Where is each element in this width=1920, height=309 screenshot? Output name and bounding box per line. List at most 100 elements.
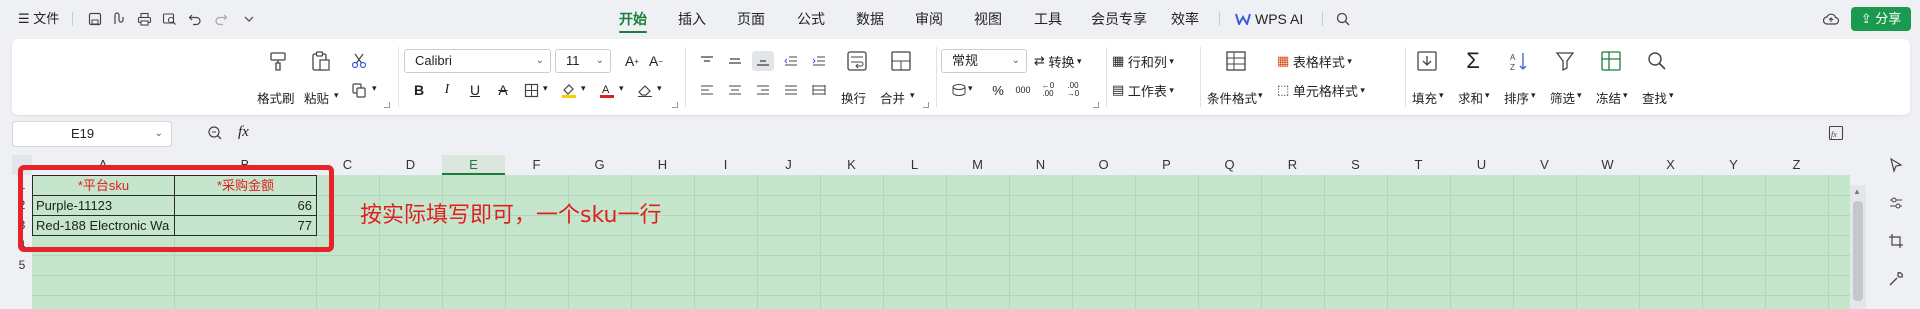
clear-format-icon[interactable] xyxy=(634,80,656,100)
file-menu[interactable]: ☰ 文件 xyxy=(18,0,59,38)
wrap-text-button[interactable] xyxy=(845,49,869,73)
decrease-font-icon[interactable]: A − xyxy=(645,51,667,71)
align-top-icon[interactable] xyxy=(696,51,718,71)
fx-button[interactable]: fx xyxy=(238,124,249,141)
chevron-down-icon[interactable]: ▾ xyxy=(372,83,377,94)
tools-icon[interactable] xyxy=(1888,271,1904,290)
tab-member[interactable]: 会员专享 xyxy=(1091,0,1147,38)
name-box[interactable]: E19 ⌄ xyxy=(12,121,172,147)
font-size-select[interactable]: 11 ⌄ xyxy=(555,49,611,73)
cut-icon[interactable] xyxy=(348,51,370,71)
column-header-m[interactable]: M xyxy=(946,155,1009,175)
chevron-down-icon[interactable]: ▾ xyxy=(1439,90,1444,101)
align-middle-icon[interactable] xyxy=(724,51,746,71)
align-left-icon[interactable] xyxy=(696,80,718,100)
chevron-down-icon[interactable]: ▾ xyxy=(1623,90,1628,101)
cursor-icon[interactable] xyxy=(1888,157,1904,176)
tab-tools[interactable]: 工具 xyxy=(1034,0,1062,38)
cloud-upload-icon[interactable] xyxy=(1822,10,1840,28)
print-icon[interactable] xyxy=(135,10,153,28)
decrease-decimal-icon[interactable]: .00 →0 xyxy=(1062,80,1084,100)
merge-button[interactable] xyxy=(889,49,913,73)
dialog-launcher-icon[interactable] xyxy=(923,102,929,108)
wps-ai-button[interactable]: WPS AI xyxy=(1235,0,1303,38)
number-format-select[interactable]: 常规 ⌄ xyxy=(941,49,1027,73)
scroll-up-icon[interactable]: ▲ xyxy=(1853,187,1861,196)
percent-icon[interactable]: % xyxy=(987,80,1009,100)
redo-icon[interactable] xyxy=(212,10,230,28)
scroll-thumb[interactable] xyxy=(1853,201,1863,301)
undo-icon[interactable] xyxy=(186,10,204,28)
italic-icon[interactable]: I xyxy=(436,80,458,100)
chevron-down-icon[interactable]: ▾ xyxy=(581,83,586,94)
row-col-button[interactable]: ▦ 行和列 ▾ xyxy=(1112,51,1174,71)
save-icon[interactable] xyxy=(86,10,104,28)
vertical-scrollbar[interactable]: ▲ xyxy=(1850,185,1866,309)
column-header-t[interactable]: T xyxy=(1387,155,1450,175)
chevron-down-icon[interactable]: ▾ xyxy=(543,83,548,94)
settings-sliders-icon[interactable] xyxy=(1888,195,1904,214)
align-right-icon[interactable] xyxy=(752,80,774,100)
tab-page[interactable]: 页面 xyxy=(737,0,765,38)
formula-input[interactable] xyxy=(264,121,1850,147)
column-header-s[interactable]: S xyxy=(1324,155,1387,175)
justify-icon[interactable] xyxy=(780,80,802,100)
font-color-icon[interactable]: A xyxy=(596,80,618,100)
fill-color-icon[interactable] xyxy=(558,80,580,100)
column-header-n[interactable]: N xyxy=(1009,155,1072,175)
column-header-j[interactable]: J xyxy=(757,155,820,175)
borders-icon[interactable] xyxy=(520,80,542,100)
column-header-p[interactable]: P xyxy=(1135,155,1198,175)
share-button[interactable]: ⇪ 分享 xyxy=(1851,7,1911,31)
column-header-u[interactable]: U xyxy=(1450,155,1513,175)
chevron-down-icon[interactable]: ▾ xyxy=(1669,90,1674,101)
worksheet-button[interactable]: ▤ 工作表 ▾ xyxy=(1112,80,1174,100)
bold-icon[interactable]: B xyxy=(408,80,430,100)
chevron-down-icon[interactable]: ⌄ xyxy=(155,122,163,146)
export-pdf-icon[interactable] xyxy=(110,10,128,28)
tab-formula[interactable]: 公式 xyxy=(797,0,825,38)
column-header-g[interactable]: G xyxy=(568,155,631,175)
dialog-launcher-icon[interactable] xyxy=(672,102,678,108)
paste-button[interactable] xyxy=(309,49,333,73)
search-icon[interactable] xyxy=(1334,10,1352,28)
freeze-button[interactable] xyxy=(1599,49,1623,73)
tab-view[interactable]: 视图 xyxy=(974,0,1002,38)
increase-font-icon[interactable]: A + xyxy=(621,51,643,71)
column-header-r[interactable]: R xyxy=(1261,155,1324,175)
column-header-o[interactable]: O xyxy=(1072,155,1135,175)
column-header-d[interactable]: D xyxy=(379,155,442,175)
column-header-l[interactable]: L xyxy=(883,155,946,175)
chevron-down-icon[interactable]: ▾ xyxy=(1531,90,1536,101)
tab-insert[interactable]: 插入 xyxy=(678,0,706,38)
column-header-v[interactable]: V xyxy=(1513,155,1576,175)
font-name-select[interactable]: Calibri ⌄ xyxy=(404,49,551,73)
chevron-down-icon[interactable]: ▾ xyxy=(968,83,973,94)
spreadsheet-grid[interactable]: A B C D E F G H I J K L M N O P Q R S T … xyxy=(12,155,1850,309)
strikethrough-icon[interactable]: A xyxy=(492,80,514,100)
column-header-h[interactable]: H xyxy=(631,155,694,175)
column-header-w[interactable]: W xyxy=(1576,155,1639,175)
chevron-down-icon[interactable]: ▾ xyxy=(910,90,915,101)
find-button[interactable] xyxy=(1645,49,1669,73)
underline-icon[interactable]: U xyxy=(464,80,486,100)
crop-icon[interactable] xyxy=(1888,233,1904,252)
fill-button[interactable] xyxy=(1415,49,1439,73)
sum-button[interactable]: Σ xyxy=(1461,48,1485,73)
column-header-q[interactable]: Q xyxy=(1198,155,1261,175)
zoom-icon[interactable] xyxy=(207,125,223,144)
copy-icon[interactable] xyxy=(348,80,370,100)
table-style-button[interactable]: ▦ 表格样式 ▾ xyxy=(1277,51,1352,71)
chevron-down-icon[interactable] xyxy=(240,10,258,28)
chevron-down-icon[interactable]: ▾ xyxy=(1258,90,1263,101)
sort-button[interactable]: AZ xyxy=(1507,49,1531,73)
filter-button[interactable] xyxy=(1553,49,1577,73)
convert-button[interactable]: ⇄ 转换 ▾ xyxy=(1034,51,1082,71)
column-header-y[interactable]: Y xyxy=(1702,155,1765,175)
tab-efficiency[interactable]: 效率 xyxy=(1171,0,1199,38)
dialog-launcher-icon[interactable] xyxy=(384,102,390,108)
chevron-down-icon[interactable]: ▾ xyxy=(657,83,662,94)
chevron-down-icon[interactable]: ▾ xyxy=(619,83,624,94)
column-header-e[interactable]: E xyxy=(442,155,505,175)
column-header-k[interactable]: K xyxy=(820,155,883,175)
